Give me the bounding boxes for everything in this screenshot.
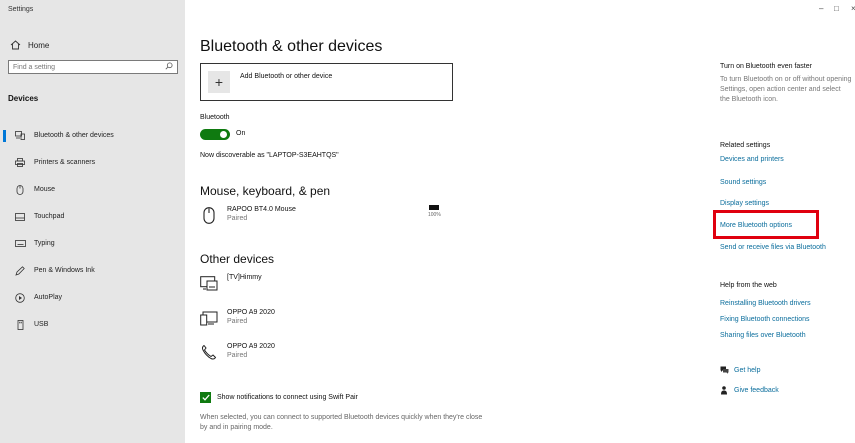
related-settings-title: Related settings: [720, 142, 771, 149]
sidebar-item-bluetooth[interactable]: Bluetooth & other devices: [0, 122, 185, 149]
device-mouse[interactable]: RAPOO BT4.0 Mouse Paired: [200, 206, 296, 224]
autoplay-icon: [14, 292, 26, 303]
device-tv[interactable]: [TV]Himmy: [200, 274, 262, 292]
device-name: [TV]Himmy: [227, 274, 262, 281]
battery-indicator: 100%: [428, 205, 441, 218]
home-nav[interactable]: Home: [8, 40, 49, 50]
help-title: Help from the web: [720, 282, 777, 289]
mouse-section-title: Mouse, keyboard, & pen: [200, 184, 331, 198]
device-name: OPPO A9 2020: [227, 309, 275, 316]
main-content: Bluetooth & other devices + Add Bluetoot…: [200, 0, 660, 443]
tv-icon: [200, 274, 218, 292]
discoverable-text: Now discoverable as "LAPTOP-S3EAHTQS": [200, 152, 339, 159]
mouse-icon: [14, 184, 26, 195]
sidebar-item-label: Typing: [34, 240, 55, 247]
get-help-link[interactable]: Get help: [720, 366, 760, 374]
phone-device-icon: [200, 309, 218, 327]
sidebar-item-label: Printers & scanners: [34, 159, 96, 166]
page-title: Bluetooth & other devices: [200, 38, 383, 55]
add-device-label: Add Bluetooth or other device: [240, 72, 333, 80]
bluetooth-label: Bluetooth: [200, 114, 230, 121]
swift-pair-description: When selected, you can connect to suppor…: [200, 414, 483, 431]
link-devices-and-printers[interactable]: Devices and printers: [720, 156, 784, 163]
give-feedback-label: Give feedback: [734, 387, 779, 394]
sidebar-item-usb[interactable]: USB: [0, 311, 185, 338]
device-status: Paired: [227, 352, 248, 359]
sidebar-item-label: Bluetooth & other devices: [34, 132, 114, 139]
device-name: RAPOO BT4.0 Mouse: [227, 206, 296, 213]
sidebar-item-label: Pen & Windows Ink: [34, 267, 95, 274]
device-status: Paired: [227, 318, 248, 325]
chat-icon: [720, 366, 730, 374]
link-display-settings[interactable]: Display settings: [720, 200, 769, 207]
tip-title: Turn on Bluetooth even faster: [720, 63, 812, 70]
link-reinstalling-drivers[interactable]: Reinstalling Bluetooth drivers: [720, 300, 811, 307]
app-title: Settings: [8, 6, 34, 13]
device-status: Paired: [227, 215, 248, 222]
mouse-icon: [200, 206, 218, 224]
phone-icon: [200, 343, 218, 361]
sidebar-item-pen[interactable]: Pen & Windows Ink: [0, 257, 185, 284]
sidebar-item-printers[interactable]: Printers & scanners: [0, 149, 185, 176]
link-fixing-connections[interactable]: Fixing Bluetooth connections: [720, 316, 810, 323]
search-input[interactable]: Find a setting: [8, 60, 178, 74]
give-feedback-link[interactable]: Give feedback: [720, 386, 779, 395]
sidebar-item-touchpad[interactable]: Touchpad: [0, 203, 185, 230]
home-label: Home: [28, 40, 50, 50]
device-oppo-1[interactable]: OPPO A9 2020 Paired: [200, 309, 275, 327]
device-name: OPPO A9 2020: [227, 343, 275, 350]
tip-text: To turn Bluetooth on or off without open…: [720, 76, 852, 103]
toggle-knob: [220, 131, 227, 138]
sidebar: Settings Home Find a setting Devices Blu…: [0, 0, 185, 443]
sidebar-item-autoplay[interactable]: AutoPlay: [0, 284, 185, 311]
link-sound-settings[interactable]: Sound settings: [720, 179, 766, 186]
pen-icon: [14, 265, 26, 276]
swift-pair-checkbox[interactable]: [200, 392, 211, 403]
swift-pair-label: Show notifications to connect using Swif…: [217, 394, 358, 401]
get-help-label: Get help: [734, 366, 761, 374]
sidebar-item-label: Mouse: [34, 186, 56, 193]
usb-icon: [14, 319, 26, 330]
link-sharing-files[interactable]: Sharing files over Bluetooth: [720, 332, 806, 339]
plus-icon: +: [208, 71, 230, 93]
sidebar-item-label: USB: [34, 321, 49, 328]
sidebar-nav: Bluetooth & other devices Printers & sca…: [0, 122, 185, 338]
keyboard-icon: [14, 239, 26, 249]
touchpad-icon: [14, 212, 26, 222]
bluetooth-toggle[interactable]: [200, 129, 230, 140]
checkmark-icon: [201, 394, 210, 401]
battery-icon: [429, 205, 440, 210]
home-icon: [8, 40, 22, 50]
feedback-icon: [720, 386, 730, 395]
sidebar-item-label: Touchpad: [34, 213, 65, 220]
search-placeholder: Find a setting: [13, 63, 56, 71]
search-icon: [165, 62, 173, 72]
bluetooth-devices-icon: [14, 131, 26, 141]
sidebar-item-label: AutoPlay: [34, 294, 63, 301]
link-send-receive-files[interactable]: Send or receive files via Bluetooth: [720, 244, 826, 251]
bluetooth-state: On: [236, 130, 246, 137]
highlight-box: [713, 210, 819, 239]
sidebar-item-mouse[interactable]: Mouse: [0, 176, 185, 203]
sidebar-item-typing[interactable]: Typing: [0, 230, 185, 257]
section-title-devices: Devices: [8, 94, 39, 103]
battery-value: 100%: [428, 212, 441, 218]
add-device-button[interactable]: + Add Bluetooth or other device: [200, 63, 453, 101]
printer-icon: [14, 158, 26, 168]
device-oppo-2[interactable]: OPPO A9 2020 Paired: [200, 343, 275, 361]
other-devices-title: Other devices: [200, 252, 275, 266]
